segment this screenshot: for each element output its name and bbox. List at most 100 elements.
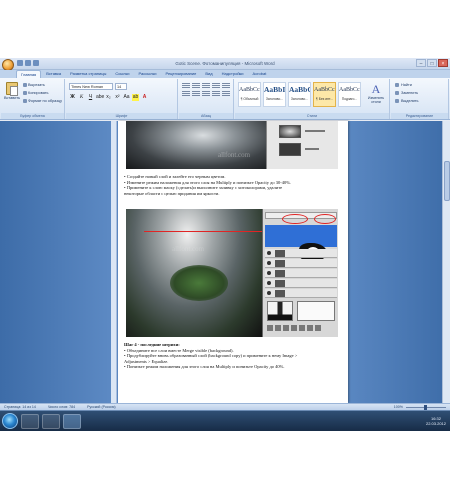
ribbon-tabs: Главная Вставка Разметка страницы Ссылки… bbox=[0, 70, 450, 78]
paragraph-group-label: Абзац bbox=[179, 113, 233, 119]
tab-home[interactable]: Главная bbox=[16, 70, 42, 78]
tab-mailings[interactable]: Рассылки bbox=[135, 70, 161, 78]
decrease-indent-icon[interactable] bbox=[212, 83, 220, 89]
eye-icon bbox=[267, 271, 271, 275]
format-painter-label: Формат по образцу bbox=[28, 99, 63, 103]
mask-icon bbox=[283, 325, 289, 331]
bold-button[interactable]: Ж bbox=[69, 94, 76, 101]
style-heading-1[interactable]: AaBbI Заголово... bbox=[263, 82, 286, 107]
style-no-spacing[interactable]: AaBbCcI ¶ Без инт... bbox=[313, 82, 336, 107]
style-heading-2[interactable]: AaBbC Заголово... bbox=[288, 82, 311, 107]
tab-insert[interactable]: Вставка bbox=[42, 70, 65, 78]
select-button[interactable]: Выделить bbox=[395, 99, 419, 103]
language-indicator[interactable]: Русский (Россия) bbox=[87, 405, 116, 409]
underline-button[interactable]: Ч bbox=[87, 94, 94, 101]
document-page[interactable]: allfont.com • Создайте новый слой и зале… bbox=[118, 121, 348, 403]
tab-page-layout[interactable]: Разметка страницы bbox=[66, 70, 110, 78]
document-workspace: allfont.com • Создайте новый слой и зале… bbox=[0, 121, 450, 403]
align-left-icon[interactable] bbox=[182, 91, 190, 97]
find-button[interactable]: Найти bbox=[395, 83, 412, 87]
scrollbar-thumb[interactable] bbox=[444, 161, 450, 201]
editing-group-label: Редактирование bbox=[391, 113, 448, 119]
screenshot-image-1[interactable]: allfont.com bbox=[126, 121, 338, 169]
close-button[interactable]: × bbox=[438, 59, 448, 67]
copy-button[interactable]: Копировать bbox=[23, 91, 48, 95]
paragraph-group: Абзац bbox=[179, 79, 234, 119]
highlight-button[interactable]: ab bbox=[132, 94, 139, 101]
eye-icon bbox=[267, 261, 271, 265]
layer-name-line bbox=[305, 148, 319, 150]
watermark: allfont.com bbox=[218, 151, 251, 159]
brush-icon bbox=[23, 99, 27, 103]
clipboard-group: Вставить Вырезать Копировать Формат по о… bbox=[1, 79, 65, 119]
italic-button[interactable]: К bbox=[78, 94, 85, 101]
layer-thumbnail-icon bbox=[279, 143, 301, 156]
paste-button[interactable]: Вставить bbox=[4, 82, 20, 106]
style-normal[interactable]: AaBbCcI ¶ Обычный bbox=[238, 82, 261, 107]
system-tray-clock[interactable]: 16:32 22.03.2012 bbox=[426, 416, 450, 426]
style-sample: AaBbC bbox=[289, 85, 310, 94]
numbering-icon[interactable] bbox=[192, 83, 200, 89]
layer-thumbnail-icon bbox=[275, 290, 285, 297]
change-styles-icon: A bbox=[371, 82, 381, 96]
replace-button[interactable]: Заменить bbox=[395, 91, 418, 95]
paragraph-block-a: • Создайте новый слой и залейте его черн… bbox=[124, 174, 342, 196]
layer-thumbnail-icon bbox=[275, 280, 285, 287]
red-arrow-line bbox=[144, 231, 264, 232]
increase-indent-icon[interactable] bbox=[222, 83, 230, 89]
font-format-row: Ж К Ч abe x₂ x² Aa ab A bbox=[69, 94, 148, 101]
align-right-icon[interactable] bbox=[202, 91, 210, 97]
doc-line: некоторые области с целью придания им яр… bbox=[124, 190, 220, 196]
word-count[interactable]: Число слов: 784 bbox=[48, 405, 75, 409]
style-name: Заголово... bbox=[265, 97, 284, 101]
align-center-icon[interactable] bbox=[192, 91, 200, 97]
tab-acrobat[interactable]: Acrobat bbox=[249, 70, 271, 78]
vertical-scrollbar[interactable] bbox=[442, 121, 450, 403]
layer-row bbox=[265, 289, 337, 298]
desktop-screen: Gotic Scene. Фотоманипуляция - Microsoft… bbox=[0, 58, 450, 431]
minimize-button[interactable]: – bbox=[416, 59, 426, 67]
subscript-button[interactable]: x₂ bbox=[105, 94, 112, 101]
style-name: Заголово... bbox=[290, 97, 309, 101]
zoom-slider[interactable] bbox=[406, 404, 446, 410]
style-sample: AaBbCcI bbox=[339, 87, 360, 93]
tab-references[interactable]: Ссылки bbox=[111, 70, 133, 78]
watermark: allfont.com bbox=[172, 245, 205, 253]
layer-row bbox=[265, 259, 337, 268]
screenshot-image-2[interactable]: allfont.com bbox=[126, 209, 338, 337]
line-spacing-icon[interactable] bbox=[222, 91, 230, 97]
multilevel-list-icon[interactable] bbox=[202, 83, 210, 89]
zoom-slider-knob[interactable] bbox=[424, 404, 427, 410]
strikethrough-button[interactable]: abe bbox=[96, 94, 104, 101]
change-case-button[interactable]: Aa bbox=[123, 94, 130, 101]
green-foliage bbox=[170, 265, 228, 301]
font-group: Times New Roman 14 Ж К Ч abe x₂ x² Aa ab… bbox=[66, 79, 178, 119]
font-name-select[interactable]: Times New Roman bbox=[69, 83, 113, 90]
taskbar-explorer-icon[interactable] bbox=[21, 413, 39, 429]
font-size-select[interactable]: 14 bbox=[115, 83, 127, 90]
taskbar-word-icon[interactable] bbox=[63, 413, 81, 429]
select-label: Выделить bbox=[401, 99, 419, 103]
superscript-button[interactable]: x² bbox=[114, 94, 121, 101]
bullets-icon[interactable] bbox=[182, 83, 190, 89]
format-painter-button[interactable]: Формат по образцу bbox=[23, 99, 62, 103]
justify-icon[interactable] bbox=[212, 91, 220, 97]
tab-review[interactable]: Рецензирование bbox=[161, 70, 200, 78]
taskbar-browser-icon[interactable] bbox=[42, 413, 60, 429]
vertical-ruler bbox=[111, 121, 117, 403]
style-subtitle[interactable]: AaBbCcI Подзаго... bbox=[338, 82, 361, 107]
cut-button[interactable]: Вырезать bbox=[23, 83, 45, 87]
styles-group-label: Стили bbox=[235, 113, 389, 119]
page-count[interactable]: Страница: 14 из 14 bbox=[4, 405, 36, 409]
paragraph-buttons bbox=[182, 83, 230, 97]
tab-view[interactable]: Вид bbox=[201, 70, 216, 78]
folder-icon bbox=[299, 325, 305, 331]
font-color-button[interactable]: A bbox=[141, 94, 148, 101]
panel-footer-icons bbox=[265, 325, 337, 334]
zoom-level[interactable]: 100% bbox=[394, 405, 403, 409]
start-button[interactable] bbox=[2, 413, 18, 429]
maximize-button[interactable]: □ bbox=[427, 59, 437, 67]
curves-thumbnail bbox=[297, 301, 335, 321]
tab-addins[interactable]: Надстройки bbox=[218, 70, 248, 78]
change-styles-button[interactable]: A Изменить стили bbox=[365, 82, 387, 104]
